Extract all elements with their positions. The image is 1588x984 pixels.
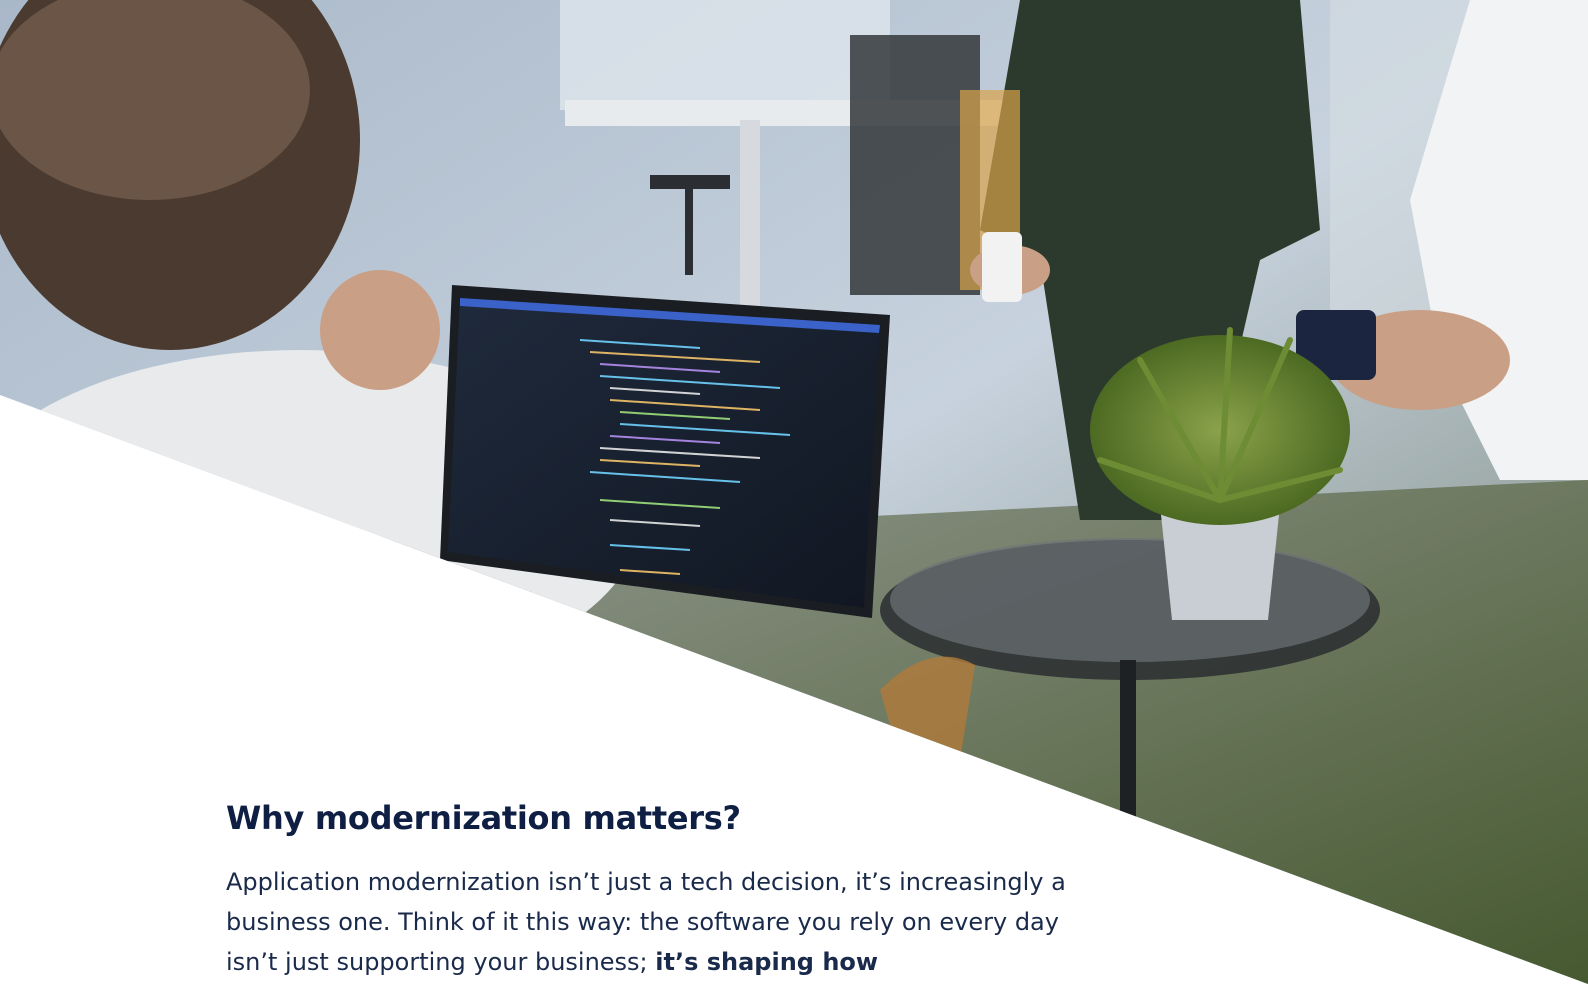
paragraph-lead: Application modernization isn’t just a t… — [226, 868, 1066, 976]
paragraph-emphasis: it’s shaping how — [655, 948, 879, 976]
section-heading: Why modernization matters? — [226, 799, 741, 837]
section-paragraph: Application modernization isn’t just a t… — [226, 862, 1076, 982]
content-section: Why modernization matters? Application m… — [226, 796, 1156, 982]
